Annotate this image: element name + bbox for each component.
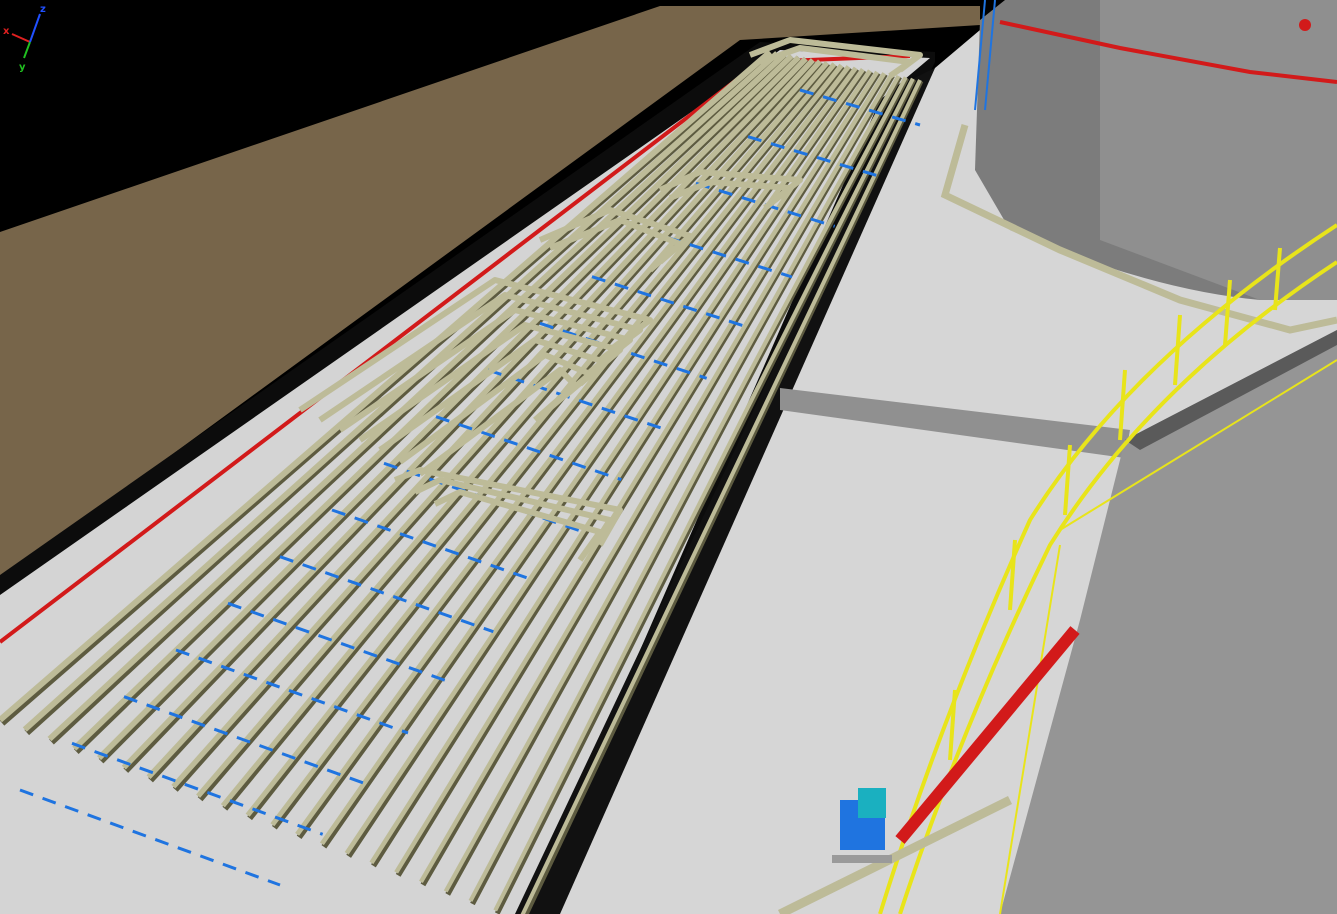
z-axis-label: z — [40, 4, 46, 15]
y-axis-line — [23, 41, 31, 59]
x-axis-label: x — [3, 26, 10, 37]
axis-triad: x z y — [3, 4, 46, 73]
x-axis-line — [11, 33, 31, 43]
z-axis-line — [29, 13, 41, 43]
red-valve — [1299, 19, 1311, 31]
piping-model-scene[interactable] — [0, 0, 1337, 914]
y-axis-label: y — [19, 62, 26, 73]
3d-viewport[interactable]: x z y — [0, 0, 1337, 914]
